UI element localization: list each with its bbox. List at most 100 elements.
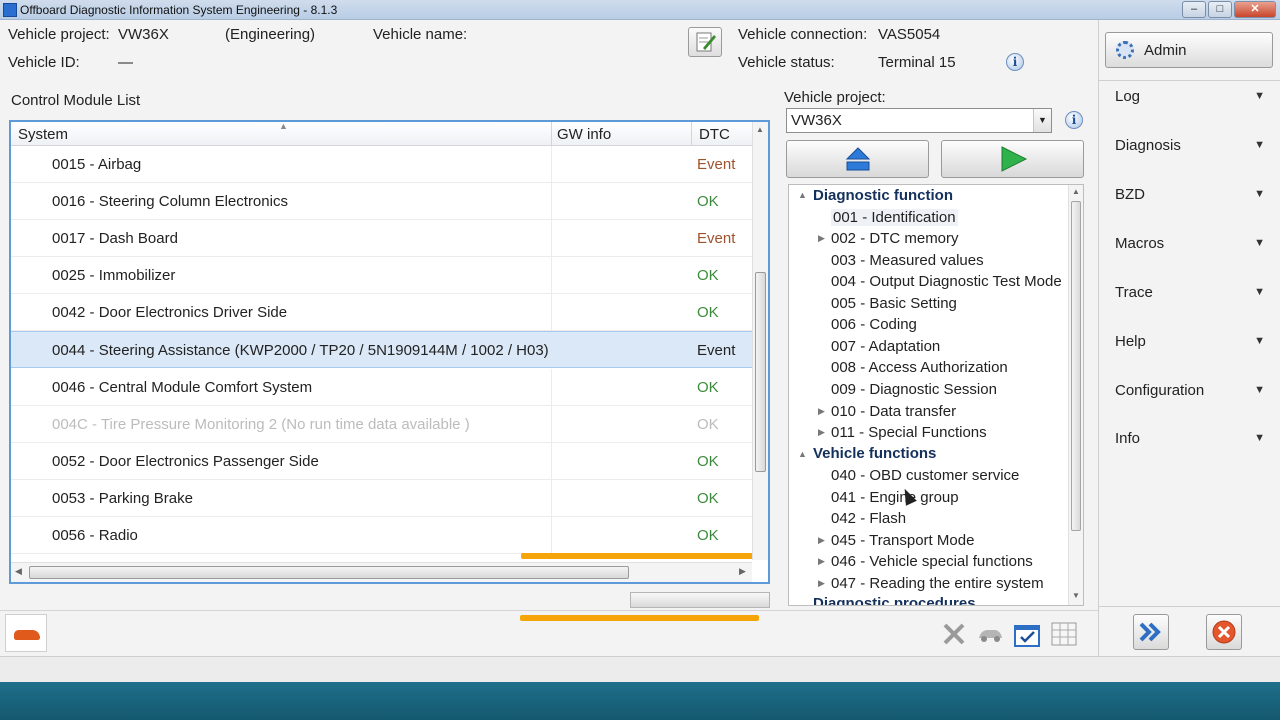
table-row[interactable]: 0046 - Central Module Comfort System OK [11,369,752,406]
table-row[interactable]: 0056 - Radio OK [11,517,752,554]
table-row[interactable]: 0052 - Door Electronics Passenger Side O… [11,443,752,480]
collapse-icon[interactable]: ▲ [798,190,807,200]
tree-scrollbar[interactable]: ▲ ▼ [1068,185,1083,605]
expand-icon[interactable]: ▶ [818,406,825,417]
gear-icon [1116,41,1134,59]
tree-item[interactable]: 006 - Coding [831,316,917,333]
table-row[interactable]: 0053 - Parking Brake OK [11,480,752,517]
minimize-button[interactable]: – [1182,1,1206,18]
tools-icon[interactable] [940,620,968,648]
chevron-down-icon: ▼ [1254,139,1265,151]
dtc-status: Event [697,342,736,359]
tree-item-selected[interactable]: 001 - Identification [831,209,958,226]
admin-button[interactable]: Admin [1105,32,1273,68]
module-name: 0056 - Radio [52,527,138,544]
forward-button[interactable] [1133,614,1169,650]
table-grid-icon[interactable] [1050,620,1078,648]
module-name: 0046 - Central Module Comfort System [52,379,313,396]
tree-group[interactable]: Vehicle functions [813,445,936,462]
horizontal-scrollbar[interactable]: ◀ ▶ [11,562,752,582]
table-row[interactable]: 0017 - Dash Board Event [11,220,752,257]
sidebar-item-label: Configuration [1115,382,1205,399]
home-button[interactable] [786,140,929,178]
tree-item[interactable]: 047 - Reading the entire system [831,575,1044,592]
dtc-status: OK [697,453,719,470]
sidebar-item-log[interactable]: Log ▼ [1115,88,1271,112]
tree-item[interactable]: 003 - Measured values [831,252,984,269]
tree-item[interactable]: 045 - Transport Mode [831,532,974,549]
project-info-icon[interactable]: i [1065,111,1083,129]
cancel-button[interactable] [1206,614,1242,650]
expand-icon[interactable]: ▶ [818,535,825,546]
table-row[interactable]: 0042 - Door Electronics Driver Side OK [11,294,752,331]
vertical-scrollbar[interactable]: ▲ [752,122,768,560]
collapse-icon[interactable]: ▲ [798,449,807,459]
dtc-status: OK [697,416,719,433]
table-row-selected[interactable]: 0044 - Steering Assistance (KWP2000 / TP… [11,331,752,368]
tree-item-hover[interactable]: 041 - Engine group [831,489,959,506]
chevron-down-icon: ▼ [1254,384,1265,396]
table-row[interactable]: 0016 - Steering Column Electronics OK [11,183,752,220]
chevron-down-icon[interactable]: ▼ [1033,109,1051,132]
checklist-icon[interactable] [1013,620,1041,648]
sidebar-item-info[interactable]: Info ▼ [1115,430,1271,454]
close-window-button[interactable]: ✕ [1234,1,1276,18]
sidebar-item-trace[interactable]: Trace ▼ [1115,284,1271,308]
tree-group[interactable]: Diagnostic procedures [813,595,976,605]
column-dtc[interactable]: DTC [699,126,730,143]
tree-item[interactable]: 011 - Special Functions [831,424,987,441]
dtc-status: OK [697,304,719,321]
module-name: 0053 - Parking Brake [52,490,193,507]
edit-icon [696,32,716,52]
tree-item[interactable]: 042 - Flash [831,510,906,527]
sidebar-item-configuration[interactable]: Configuration ▼ [1115,382,1271,406]
tree-item[interactable]: 007 - Adaptation [831,338,940,355]
vehicle-project-select[interactable]: VW36X ▼ [786,108,1052,133]
tree-item[interactable]: 005 - Basic Setting [831,295,957,312]
sidebar-item-macros[interactable]: Macros ▼ [1115,235,1271,259]
tree-item[interactable]: 008 - Access Authorization [831,359,1008,376]
maximize-button[interactable]: □ [1208,1,1232,18]
tree-item[interactable]: 046 - Vehicle special functions [831,553,1033,570]
vehicle-id-label: Vehicle ID: [8,54,80,71]
scroll-thumb[interactable] [755,272,766,472]
grid-header: System ▲ GW info DTC [11,121,768,146]
tree-item[interactable]: 004 - Output Diagnostic Test Mode [831,273,1062,290]
sidebar-item-label: Macros [1115,235,1165,252]
scroll-down-icon[interactable]: ▼ [1072,591,1080,600]
scroll-left-icon[interactable]: ◀ [15,566,22,577]
expand-icon[interactable]: ▶ [818,556,825,567]
sidebar-item-help[interactable]: Help ▼ [1115,333,1271,357]
tree-item[interactable]: 002 - DTC memory [831,230,959,247]
table-row[interactable]: 0015 - Airbag Event [11,146,752,183]
status-info-icon[interactable]: i [1006,53,1024,71]
expand-icon[interactable]: ▶ [818,233,825,244]
admin-label: Admin [1144,42,1187,59]
table-row-disabled[interactable]: 004C - Tire Pressure Monitoring 2 (No ru… [11,406,752,443]
scroll-up-icon[interactable]: ▲ [756,125,764,134]
table-row[interactable]: 0025 - Immobilizer OK [11,257,752,294]
tree-item[interactable]: 010 - Data transfer [831,403,956,420]
vehicle-id-value: — [118,54,133,71]
expand-icon[interactable]: ▶ [818,578,825,589]
tree-group[interactable]: Diagnostic function [813,187,953,204]
tree-item[interactable]: 009 - Diagnostic Session [831,381,997,398]
vehicle-connection-value: VAS5054 [878,26,941,43]
expand-icon[interactable]: ▶ [818,427,825,438]
sidebar-item-label: Diagnosis [1115,137,1181,154]
sidebar-item-diagnosis[interactable]: Diagnosis ▼ [1115,137,1271,161]
column-system[interactable]: System [18,126,68,143]
vehicle-tab[interactable] [5,614,47,652]
sidebar-item-bzd[interactable]: BZD ▼ [1115,186,1271,210]
edit-vehicle-button[interactable] [688,27,722,57]
scroll-thumb-horizontal[interactable] [29,566,629,579]
car-status-icon[interactable] [976,620,1004,648]
tree-item[interactable]: 040 - OBD customer service [831,467,1019,484]
sidebar-item-label: Help [1115,333,1146,350]
scroll-right-icon[interactable]: ▶ [739,566,746,577]
tree-scroll-thumb[interactable] [1071,201,1081,531]
scroll-up-icon[interactable]: ▲ [1072,187,1080,196]
column-gw-info[interactable]: GW info [557,126,611,143]
close-circle-icon [1212,620,1236,644]
start-button[interactable] [941,140,1084,178]
